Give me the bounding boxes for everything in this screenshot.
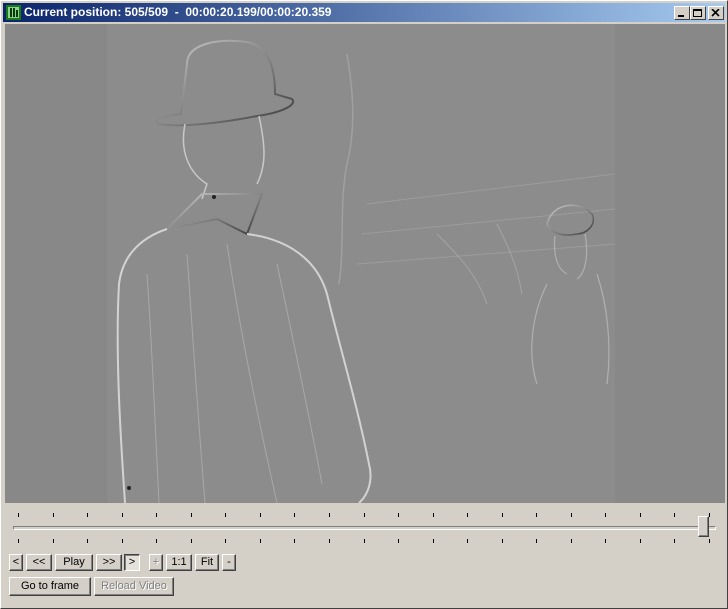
- minimize-button[interactable]: [674, 6, 690, 20]
- rewind-button[interactable]: <<: [26, 554, 52, 571]
- go-to-frame-button[interactable]: Go to frame: [9, 577, 91, 596]
- close-button[interactable]: [708, 6, 724, 20]
- reload-video-button[interactable]: Reload Video: [94, 577, 174, 596]
- close-icon: [711, 9, 720, 17]
- minimize-icon: [678, 15, 684, 17]
- maximize-button[interactable]: [690, 6, 706, 20]
- slider-track[interactable]: [13, 526, 716, 530]
- next-frame-button[interactable]: >: [124, 554, 140, 571]
- app-icon: [6, 5, 21, 20]
- fast-forward-button[interactable]: >>: [96, 554, 122, 571]
- slider-thumb[interactable]: [698, 516, 710, 537]
- fit-button[interactable]: Fit: [195, 554, 219, 571]
- window-title: Current position: 505/509 - 00:00:20.199…: [24, 5, 332, 19]
- title-bar[interactable]: Current position: 505/509 - 00:00:20.199…: [3, 3, 725, 22]
- video-image: [107, 24, 616, 503]
- app-window: Current position: 505/509 - 00:00:20.199…: [0, 0, 728, 609]
- video-display[interactable]: [5, 24, 725, 503]
- maximize-icon: [693, 9, 702, 17]
- prev-frame-button[interactable]: <: [9, 554, 23, 571]
- zoom-out-button[interactable]: -: [222, 554, 236, 571]
- seek-slider[interactable]: [5, 507, 725, 549]
- video-frame: [107, 24, 616, 503]
- play-button[interactable]: Play: [55, 554, 93, 571]
- zoom-1-1-button[interactable]: 1:1: [166, 554, 192, 571]
- zoom-in-button[interactable]: +: [149, 554, 163, 571]
